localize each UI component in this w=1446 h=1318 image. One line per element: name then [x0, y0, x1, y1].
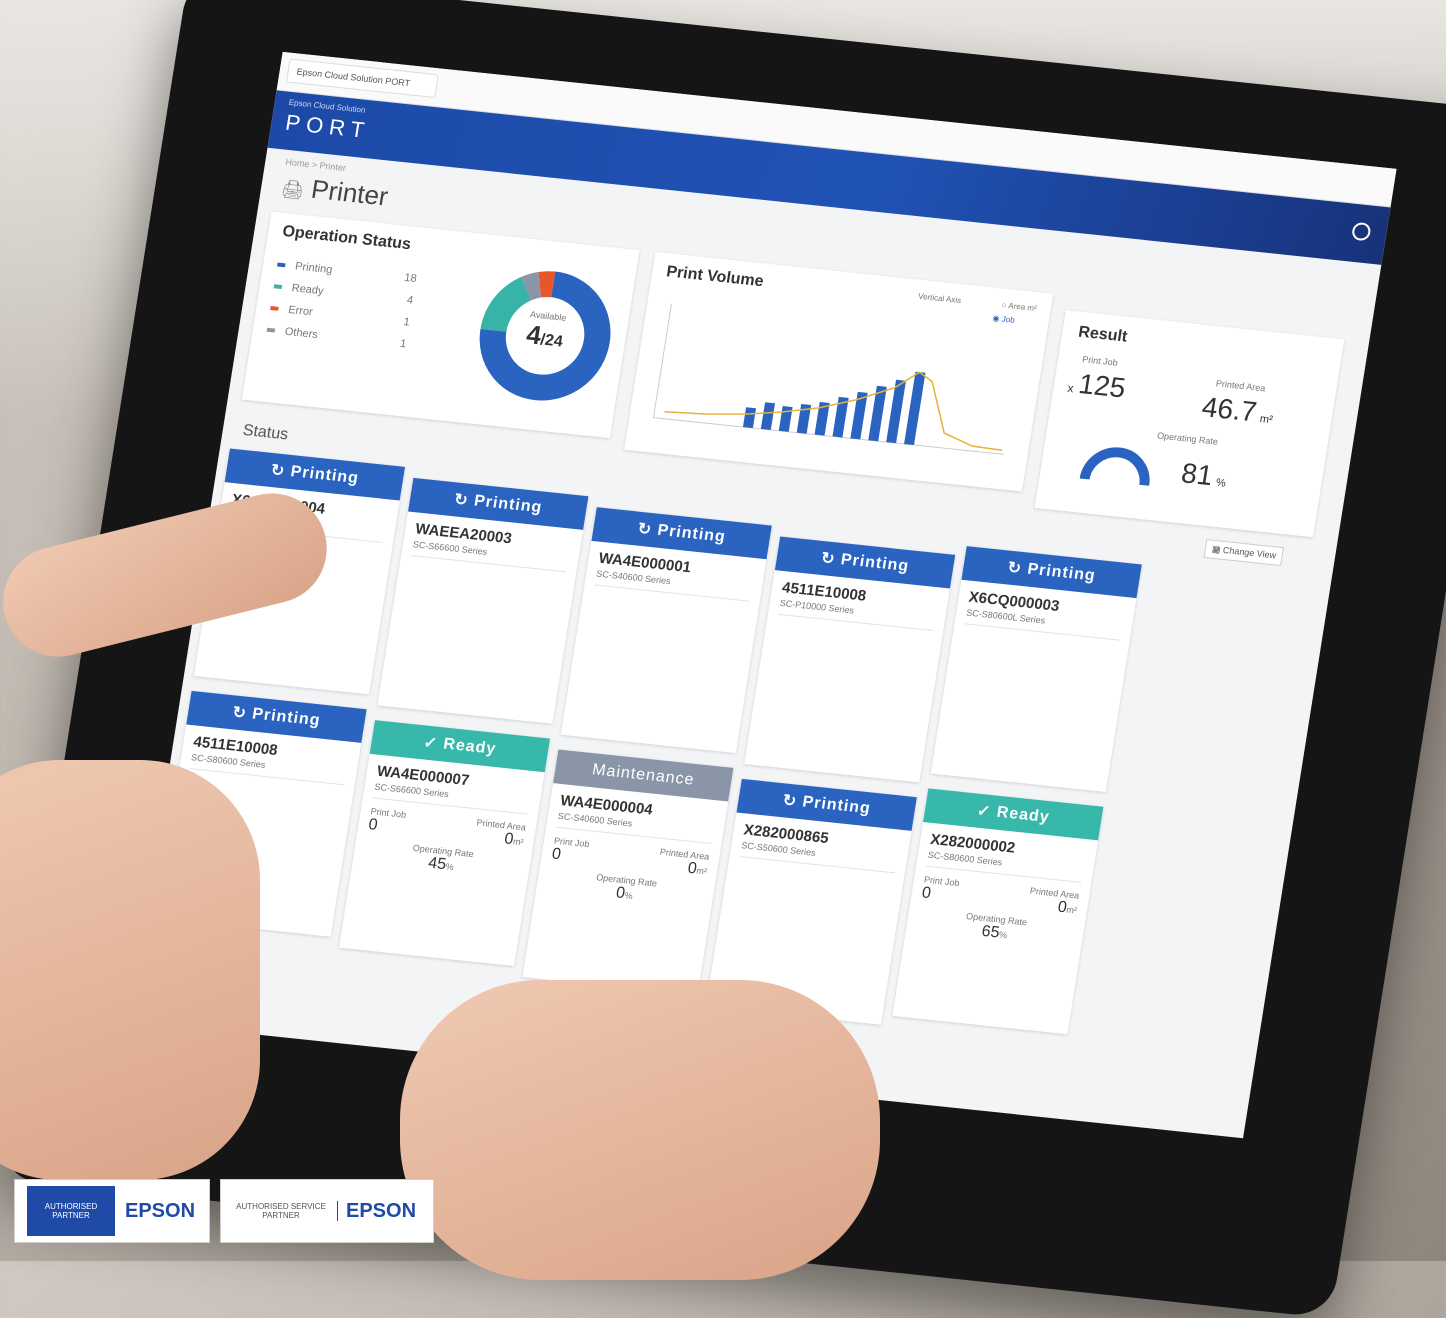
operating-rate: 81 %: [1179, 457, 1229, 493]
bar: [778, 406, 793, 432]
status-card[interactable]: ↻ Printing 4511E10008 SC-P10000 Series: [744, 536, 956, 783]
legend-count: 1: [399, 337, 408, 351]
rate-unit: %: [623, 890, 634, 902]
status-card[interactable]: ↻ Printing X6CQ000003 SC-S80600L Series: [930, 546, 1142, 792]
legend-error: Error 1: [269, 302, 411, 329]
authorised-service-partner-badge: AUTHORISED SERVICE PARTNER EPSON: [220, 1179, 434, 1243]
status-state: Printing: [1026, 560, 1097, 585]
operating-rate-gauge: [1079, 447, 1150, 486]
app-logo[interactable]: PORT: [284, 110, 372, 145]
status-state: Ready: [442, 735, 498, 758]
status-state: Printing: [251, 705, 322, 730]
legend-swatch: [270, 306, 279, 311]
print-job-value: 0: [920, 884, 933, 903]
printer-icon: 🖨: [279, 178, 306, 201]
area-unit: m²: [512, 836, 525, 848]
bar: [742, 407, 757, 429]
printed-area-unit: m²: [1258, 413, 1274, 427]
vertical-axis-label: Vertical Axis: [917, 291, 962, 306]
operation-status-title: Operation Status: [281, 222, 413, 254]
status-card[interactable]: ↻ Printing WAEEA20003 SC-S66600 Series: [377, 477, 589, 724]
print-job: x 125: [1066, 367, 1128, 405]
option-job-label: Job: [1001, 314, 1016, 325]
breadcrumb[interactable]: Home > Printer: [285, 157, 347, 173]
volume-bars: [742, 371, 926, 446]
print-job-value: 0: [367, 816, 379, 834]
legend-printing: Printing 18: [276, 259, 418, 286]
user-icon[interactable]: [1350, 221, 1372, 242]
print-job-prefix: x: [1066, 380, 1075, 396]
epson-logo: EPSON: [346, 1199, 417, 1222]
page-title: Printer: [309, 173, 391, 212]
status-card[interactable]: ✓ Ready X282000002 SC-S80600 Series Prin…: [892, 788, 1104, 1035]
area-unit: m²: [1065, 904, 1078, 916]
status-title: Status: [241, 421, 290, 444]
legend-others: Others 1: [266, 324, 408, 351]
axis-option-area[interactable]: ○ Area m²: [1001, 300, 1037, 313]
legend-count: 4: [406, 294, 415, 307]
print-volume-card: Print Volume Vertical Axis ○ Area m² ◉ J…: [624, 251, 1054, 492]
donut-center: Available 4/24: [503, 307, 589, 356]
status-state: Printing: [656, 521, 727, 546]
browser-tab[interactable]: Epson Cloud Solution PORT: [285, 58, 439, 99]
legend-ready: Ready 4: [273, 280, 414, 307]
status-state: Printing: [801, 793, 872, 818]
printed-area-value: 46.7: [1199, 391, 1259, 428]
printed-area: 46.7 m²: [1200, 391, 1276, 430]
bar: [760, 402, 776, 430]
status-state: Ready: [995, 803, 1051, 827]
operation-status-card: Operation Status Printing 18 Ready 4 Err…: [241, 211, 640, 439]
legend-label: Printing: [294, 260, 334, 277]
print-volume-chart: [652, 303, 1004, 455]
donut-total: /24: [539, 331, 564, 351]
option-area-label: Area m²: [1007, 301, 1038, 314]
bar: [868, 385, 887, 442]
legend-label: Error: [287, 303, 314, 319]
change-view-button[interactable]: ▦ Change View: [1203, 539, 1285, 567]
status-state: Printing: [839, 551, 911, 576]
area-unit: m²: [695, 865, 708, 877]
hand-right: [400, 980, 880, 1280]
legend-count: 18: [403, 271, 418, 286]
operating-rate-label: Operating Rate: [1156, 430, 1219, 447]
rate-unit: %: [998, 929, 1008, 941]
bar: [904, 371, 926, 446]
status-card[interactable]: ↻ Printing WA4E000001 SC-S40600 Series: [560, 507, 772, 754]
status-card[interactable]: Maintenance WA4E000004 SC-S40600 Series …: [522, 749, 734, 996]
badge-label: AUTHORISED PARTNER: [27, 1186, 115, 1236]
tablet-screen: Epson Cloud Solution PORT Epson Cloud So…: [129, 51, 1397, 1139]
status-legend: Printing 18 Ready 4 Error 1 Others 1: [264, 249, 419, 361]
status-card[interactable]: ✓ Ready WA4E000007 SC-S66600 Series Prin…: [338, 720, 551, 967]
badge-label: AUTHORISED SERVICE PARTNER: [236, 1202, 326, 1220]
operating-rate-value: 81: [1179, 457, 1216, 492]
print-job-label: Print Job: [1081, 354, 1119, 368]
legend-label: Ready: [290, 282, 325, 298]
hand-left: [0, 760, 260, 1180]
legend-swatch: [277, 262, 286, 268]
status-state: Maintenance: [590, 761, 696, 789]
axis-option-job[interactable]: ◉ Job: [992, 314, 1015, 325]
print-job-value: 0: [550, 845, 563, 864]
result-title: Result: [1077, 323, 1129, 346]
print-volume-title: Print Volume: [665, 263, 765, 291]
epson-logo: EPSON: [125, 1199, 196, 1222]
result-card: Result Print Job x 125 Printed Area 46.7…: [1034, 310, 1345, 538]
gauge-arc: [1079, 447, 1150, 486]
legend-swatch: [266, 327, 276, 333]
printed-area-label: Printed Area: [1215, 378, 1267, 394]
badge-divider: [337, 1201, 338, 1221]
authorised-partner-badge: AUTHORISED PARTNER EPSON: [14, 1179, 210, 1243]
operating-rate-unit: %: [1215, 476, 1227, 490]
print-job-value: 125: [1076, 368, 1128, 404]
legend-count: 1: [402, 316, 411, 329]
y-axis: [652, 303, 672, 418]
rate-unit: %: [444, 861, 455, 873]
status-state: Printing: [289, 463, 361, 488]
status-state: Printing: [472, 492, 544, 517]
legend-label: Others: [283, 325, 319, 342]
change-view-label: Change View: [1222, 544, 1277, 561]
legend-swatch: [273, 284, 283, 290]
